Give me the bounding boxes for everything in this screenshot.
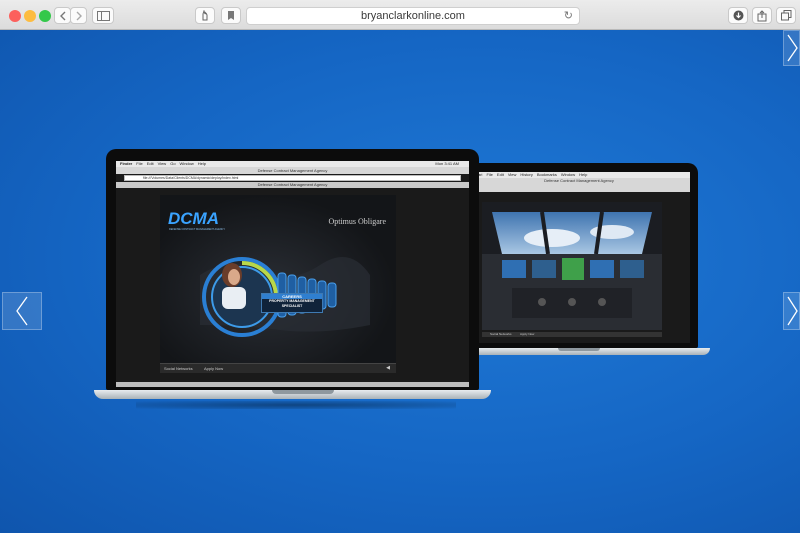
nav-apply-now[interactable]: Apply Now [204,366,223,371]
site-nav-bar: Social Networks Apply Now ◀ [160,363,396,373]
nav-social-networks[interactable]: Social Networks [490,332,512,336]
tagline: Optimus Obligare [328,217,386,226]
chevron-right-icon [786,296,798,326]
site-nav-bar: Social Networks Apply Now [482,332,662,337]
chevron-left-icon [16,296,28,326]
career-label[interactable]: CAREERS PROPERTY MANAGEMENT SPECIALIST [261,293,323,313]
extension-button[interactable] [195,7,215,24]
laptop-lid: Finder File Edit View Go Window Help Mon 3:41 … [106,149,479,390]
inner-address-bar: file:///Volumes/Data/Clients/DCMA/dynami… [124,175,461,181]
bookmark-shield-icon [228,11,234,20]
laptop-notch [272,390,334,394]
zoom-window-button[interactable] [39,10,51,22]
url-text: bryanclarkonline.com [361,10,465,22]
inner-statusbar [116,382,469,387]
window-titlebar: Defense Contract Management Agency [116,167,469,174]
portfolio-slider: SafariFileEditViewHistoryBookmarksWindow… [0,30,800,533]
minimize-window-button[interactable] [24,10,36,22]
dcma-site: DCMA DEFENSE CONTRACT MANAGEMENT AGENCY … [160,195,396,373]
dcma-logo: DCMA [168,209,219,228]
window-titlebar: Defense Contract Management Agency [468,178,690,192]
nav-social-networks[interactable]: Social Networks [164,366,193,371]
chevron-left-icon [59,11,65,20]
download-icon [733,10,743,21]
downloads-button[interactable] [728,7,748,24]
nav-apply-now[interactable]: Apply Now [520,332,534,336]
laptop-shadow [136,401,456,409]
tabs-overview-button[interactable] [776,7,796,24]
cockpit-photo [482,202,662,330]
address-bar[interactable]: bryanclarkonline.com ↻ [246,7,580,25]
forward-button[interactable] [70,7,87,24]
hand-icon [202,10,208,21]
career-title: PROPERTY MANAGEMENT SPECIALIST [269,299,315,308]
inner-tab: Defense Contract Management Agency [116,182,469,188]
instapaper-button[interactable] [221,7,241,24]
sidebar-icon [96,10,110,21]
next-slide-button[interactable] [783,292,800,330]
chevron-right-icon [76,11,82,20]
speaker-icon[interactable]: ◀ [386,365,390,371]
dcma-logo-subtitle: DEFENSE CONTRACT MANAGEMENT AGENCY [169,228,226,231]
back-button[interactable] [54,7,71,24]
laptop-screen: Finder File Edit View Go Window Help Mon 3:41 … [116,161,469,387]
laptop-screen: SafariFileEditViewHistoryBookmarksWindow… [468,172,690,343]
browser-toolbar: bryanclarkonline.com ↻ [0,0,800,30]
tabs-icon [780,10,791,21]
share-button[interactable] [752,7,772,24]
laptop-lid: SafariFileEditViewHistoryBookmarksWindow… [460,163,698,348]
close-window-button[interactable] [9,10,21,22]
share-icon [757,9,767,21]
previous-slide-button[interactable] [2,292,42,330]
reload-icon[interactable]: ↻ [564,8,573,24]
laptop-notch [558,348,600,351]
sidebar-button[interactable] [92,7,114,24]
next-slide-button-top[interactable] [783,30,800,66]
chevron-right-icon [786,34,798,62]
